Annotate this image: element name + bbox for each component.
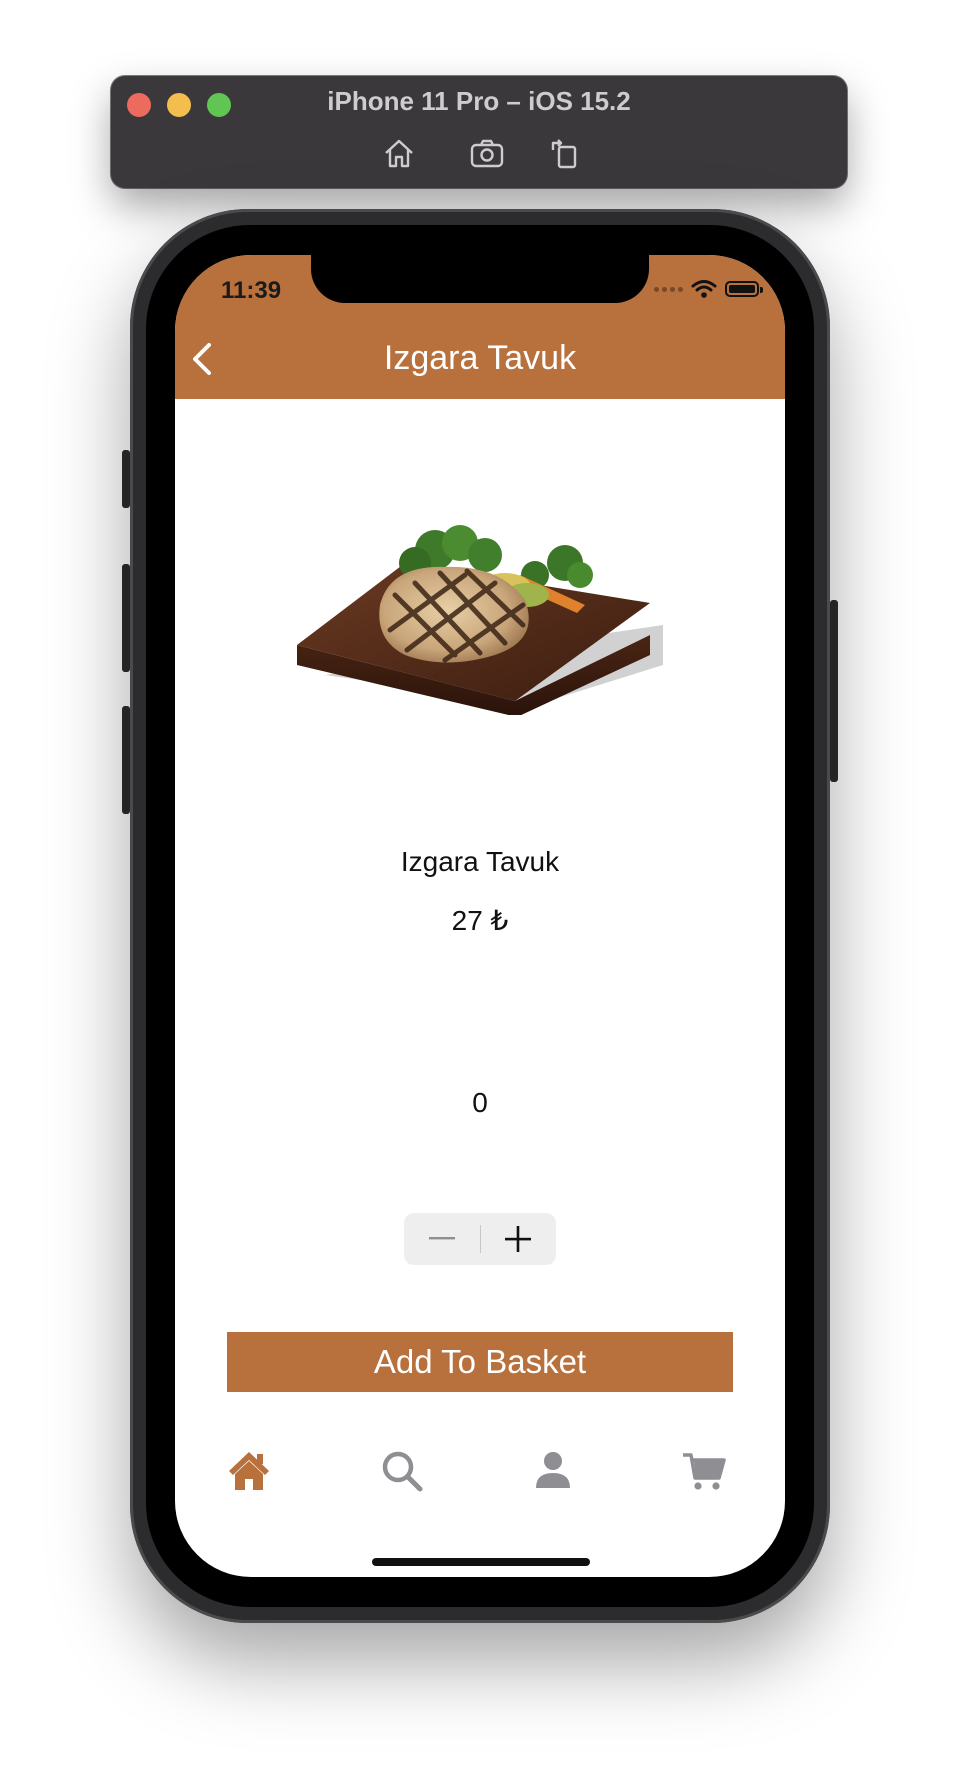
page-title: Izgara Tavuk (383, 339, 577, 377)
home-icon (229, 1452, 269, 1490)
product-name: Izgara Tavuk (400, 846, 560, 877)
quantity-value: 0 (472, 1087, 488, 1118)
home-icon[interactable] (381, 136, 417, 170)
volume-down-button (122, 706, 130, 814)
decrement-button[interactable] (404, 1213, 480, 1265)
minus-icon (428, 1237, 455, 1240)
plus-icon (505, 1226, 532, 1252)
search-icon (382, 1451, 423, 1492)
status-icons (654, 279, 763, 299)
increment-button[interactable] (481, 1213, 557, 1265)
tab-bar (175, 1435, 785, 1545)
tab-search[interactable] (378, 1447, 426, 1495)
battery-icon (725, 281, 763, 297)
cart-icon (683, 1453, 726, 1490)
home-indicator[interactable] (372, 1558, 590, 1566)
screenshot-icon[interactable] (469, 136, 505, 170)
quantity-stepper (404, 1213, 556, 1265)
volume-up-button (122, 564, 130, 672)
cellular-signal-icon (654, 286, 683, 292)
rotate-icon[interactable] (547, 136, 583, 170)
add-to-basket-button[interactable]: Add To Basket (227, 1332, 733, 1392)
product-image (297, 525, 663, 715)
status-time: 11:39 (221, 277, 282, 304)
tab-home[interactable] (225, 1447, 273, 1495)
simulator-title: iPhone 11 Pro – iOS 15.2 (327, 86, 631, 116)
ring-switch (122, 450, 130, 508)
navigation-header: 11:39 Izgara Tavuk (175, 255, 785, 399)
notch (311, 255, 649, 303)
app-screen: 11:39 Izgara Tavuk Izgara Tavuk 27 ₺ 0 A… (175, 255, 785, 1577)
tab-profile[interactable] (529, 1447, 577, 1495)
tab-cart[interactable] (680, 1447, 728, 1495)
power-button (830, 600, 838, 782)
simulator-title-bar: iPhone 11 Pro – iOS 15.2 (111, 76, 847, 188)
wifi-icon (691, 280, 717, 298)
product-price: 27 ₺ (451, 905, 509, 936)
person-icon (536, 1452, 570, 1488)
